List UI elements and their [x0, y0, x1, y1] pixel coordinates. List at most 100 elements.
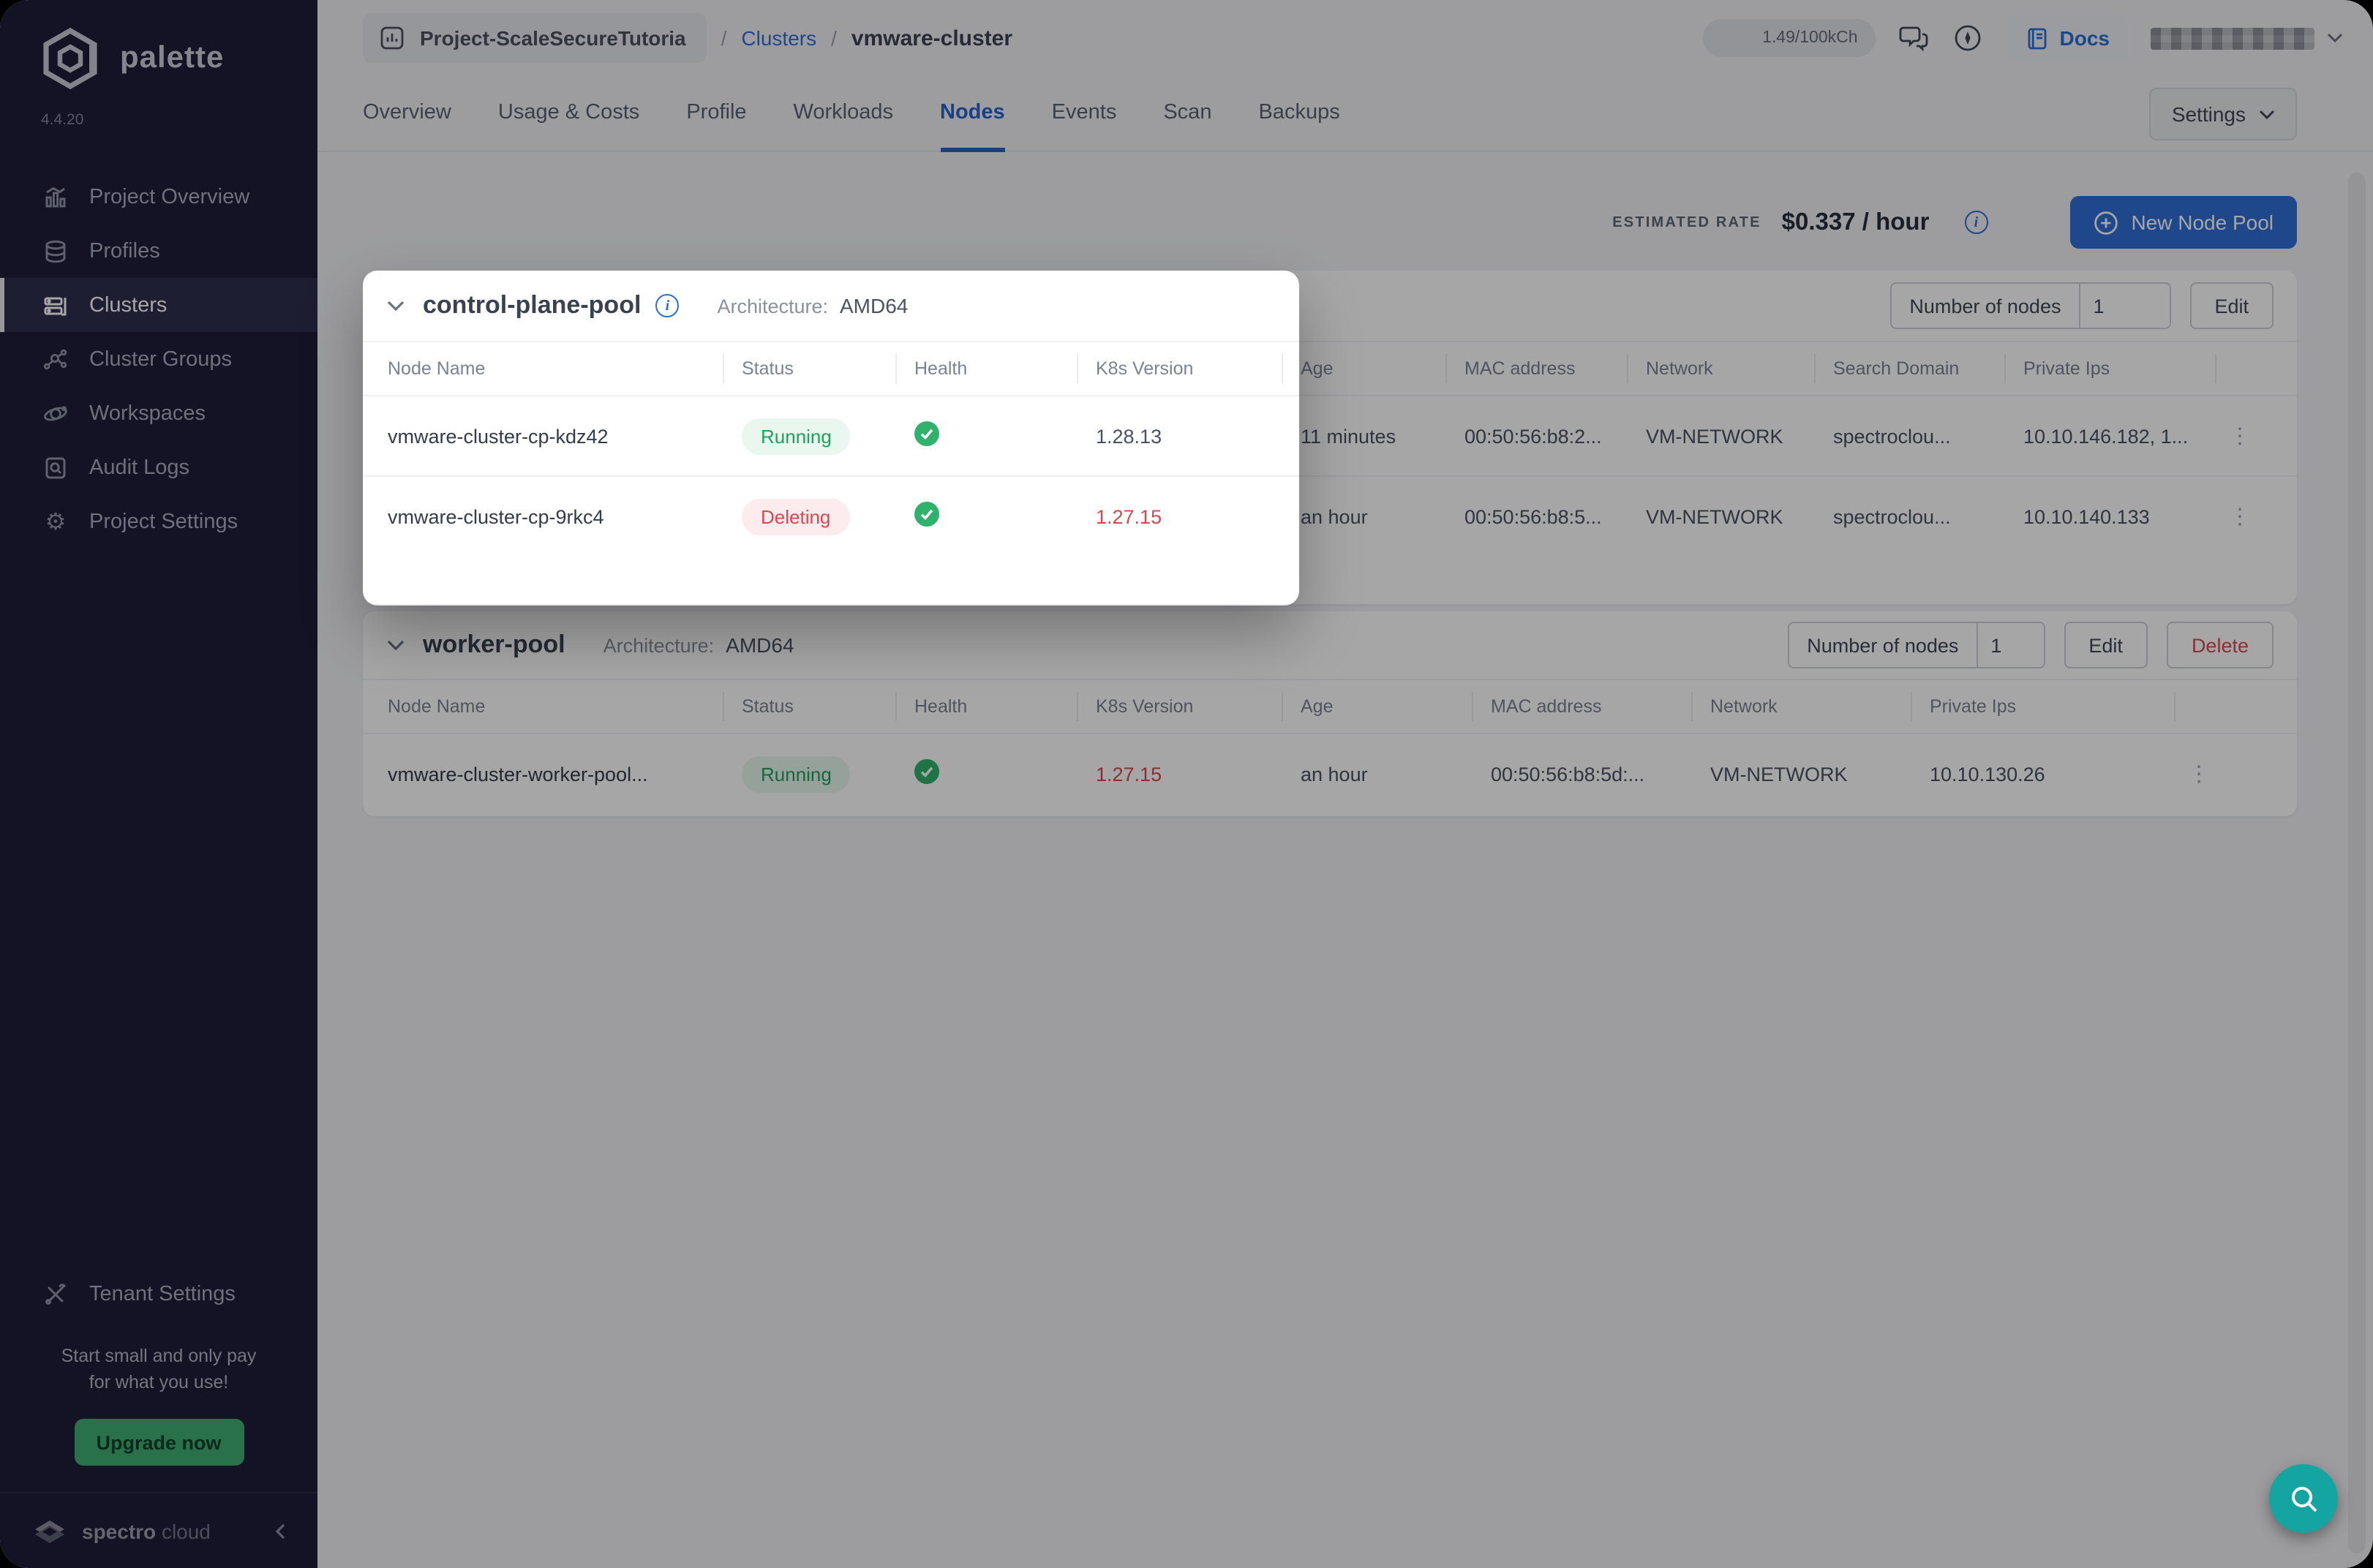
number-of-nodes-control: Number of nodes: [1890, 282, 2170, 329]
number-of-nodes-input[interactable]: [1976, 623, 2043, 667]
estimated-rate-value: $0.337 / hour: [1782, 208, 1930, 236]
collapse-chevron-icon[interactable]: [386, 300, 405, 312]
new-node-pool-label: New Node Pool: [2131, 211, 2274, 234]
user-menu[interactable]: [2151, 27, 2344, 49]
tab-overview[interactable]: Overview: [363, 76, 451, 152]
col-age: Age: [1283, 692, 1473, 721]
explore-compass-icon[interactable]: [1952, 22, 1984, 54]
col-actions: [2175, 692, 2222, 721]
brand-name: palette: [120, 41, 224, 76]
brand-logo: palette: [0, 0, 317, 97]
breadcrumb-clusters-link[interactable]: Clusters: [741, 26, 816, 50]
k8s-version: 1.28.13: [1078, 425, 1283, 447]
cluster-tabs: Overview Usage & Costs Profile Workloads…: [317, 76, 2373, 152]
col-health: Health: [897, 692, 1078, 721]
tab-workloads[interactable]: Workloads: [794, 76, 893, 152]
tab-nodes[interactable]: Nodes: [940, 76, 1005, 152]
sidebar-footer: spectro cloud: [0, 1492, 317, 1568]
sidebar-item-clusters[interactable]: Clusters: [0, 278, 317, 332]
number-of-nodes-input[interactable]: [2078, 284, 2169, 328]
network: VM-NETWORK: [1693, 763, 1912, 785]
footer-brand-spectro: spectro: [82, 1519, 156, 1542]
spectro-cloud-logo: [32, 1513, 67, 1548]
pool-header: control-plane-pool i Architecture: AMD64…: [363, 271, 2297, 341]
sidebar-collapse-button[interactable]: [271, 1520, 291, 1541]
tab-scan[interactable]: Scan: [1163, 76, 1211, 152]
architecture-value: AMD64: [840, 294, 908, 317]
pool-name: worker-pool: [423, 630, 565, 660]
servers-icon: [42, 292, 69, 318]
breadcrumb-separator: /: [721, 26, 727, 50]
tab-backups[interactable]: Backups: [1258, 76, 1339, 152]
pool-header: worker-pool Architecture: AMD64 Number o…: [363, 611, 2297, 679]
sidebar-item-label: Audit Logs: [89, 456, 189, 479]
col-k8s-version: K8s Version: [1078, 692, 1283, 721]
breadcrumb: Project-ScaleSecureTutoria / Clusters / …: [317, 0, 2373, 76]
health-check-icon: [914, 421, 939, 446]
age: 11 minutes: [1283, 425, 1447, 447]
col-age: Age: [1283, 354, 1447, 383]
orbit-icon: [42, 400, 69, 426]
pool-info-icon[interactable]: i: [655, 294, 679, 317]
col-node-name: Node Name: [388, 692, 724, 721]
search-domain: spectroclou...: [1816, 505, 2006, 527]
control-plane-pool-card: control-plane-pool i Architecture: AMD64…: [363, 271, 2297, 604]
chevron-down-icon: [2326, 32, 2344, 44]
sidebar-item-project-overview[interactable]: Project Overview: [0, 170, 317, 224]
rate-info-icon[interactable]: i: [1964, 211, 1987, 234]
delete-pool-button[interactable]: Delete: [2167, 622, 2274, 668]
col-private-ips: Private Ips: [2006, 354, 2216, 383]
number-of-nodes-label: Number of nodes: [1789, 623, 1976, 667]
sidebar-item-label: Workspaces: [89, 402, 206, 425]
tab-events[interactable]: Events: [1052, 76, 1117, 152]
feedback-chat-icon[interactable]: [1898, 22, 1930, 54]
sidebar-item-label: Cluster Groups: [89, 347, 232, 371]
book-icon: [2025, 26, 2050, 50]
sidebar-item-label: Tenant Settings: [89, 1284, 236, 1307]
upgrade-now-button[interactable]: Upgrade now: [74, 1419, 244, 1466]
row-menu-kebab-icon[interactable]: ⋮: [2175, 761, 2222, 787]
table-row: vmware-cluster-cp-9rkc4 Deleting 1.27.15…: [363, 475, 2297, 556]
network: VM-NETWORK: [1628, 425, 1816, 447]
tour-search-fab[interactable]: [2269, 1464, 2338, 1533]
sidebar-item-tenant-settings[interactable]: Tenant Settings: [0, 1268, 317, 1322]
edit-pool-button[interactable]: Edit: [2064, 622, 2148, 668]
health-check-icon: [914, 759, 939, 784]
table-row: vmware-cluster-cp-kdz42 Running 1.28.13 …: [363, 395, 2297, 475]
node-name: vmware-cluster-cp-9rkc4: [388, 505, 724, 527]
tab-profile[interactable]: Profile: [686, 76, 746, 152]
sidebar-item-label: Project Settings: [89, 510, 238, 533]
col-network: Network: [1628, 354, 1816, 383]
col-mac-address: MAC address: [1473, 692, 1693, 721]
architecture-value: AMD64: [726, 633, 794, 657]
col-health: Health: [897, 354, 1078, 383]
sidebar-item-workspaces[interactable]: Workspaces: [0, 386, 317, 440]
topbar: Project-ScaleSecureTutoria / Clusters / …: [317, 0, 2373, 152]
collapse-chevron-icon[interactable]: [386, 639, 405, 651]
row-menu-kebab-icon[interactable]: ⋮: [2216, 503, 2263, 529]
footer-brand-text: spectro cloud: [82, 1519, 211, 1542]
project-chart-icon: [377, 23, 407, 53]
row-menu-kebab-icon[interactable]: ⋮: [2216, 423, 2263, 449]
docs-button[interactable]: Docs: [2006, 13, 2129, 63]
age: an hour: [1283, 763, 1473, 785]
table-header-row: Node Name Status Health K8s Version Age …: [363, 342, 2297, 395]
health-cell: [897, 502, 1078, 531]
sidebar-item-profiles[interactable]: Profiles: [0, 224, 317, 278]
new-node-pool-button[interactable]: New Node Pool: [2069, 196, 2297, 249]
edit-pool-button[interactable]: Edit: [2189, 282, 2274, 329]
user-email-redacted: [2151, 27, 2314, 49]
sidebar-item-audit-logs[interactable]: Audit Logs: [0, 440, 317, 494]
sidebar-item-cluster-groups[interactable]: Cluster Groups: [0, 332, 317, 386]
project-selector[interactable]: Project-ScaleSecureTutoria: [363, 13, 707, 63]
tab-usage-costs[interactable]: Usage & Costs: [498, 76, 639, 152]
private-ips: 10.10.140.133: [2006, 505, 2216, 527]
plus-circle-icon: [2093, 210, 2118, 235]
number-of-nodes-label: Number of nodes: [1892, 284, 2078, 328]
settings-button[interactable]: Settings: [2150, 88, 2297, 140]
health-cell: [897, 759, 1078, 788]
sidebar-item-project-settings[interactable]: ⚙ Project Settings: [0, 494, 317, 549]
scrollbar[interactable]: [2348, 173, 2366, 1553]
estimated-rate-row: ESTIMATED RATE $0.337 / hour i New Node …: [363, 196, 2297, 249]
private-ips: 10.10.130.26: [1912, 763, 2175, 785]
